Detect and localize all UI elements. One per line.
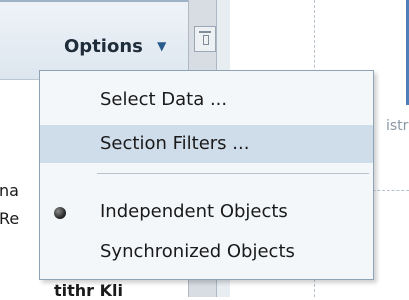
menu-item-section-filters[interactable]: Section Filters ... <box>40 125 373 163</box>
menu-item-label: Section Filters ... <box>100 133 250 154</box>
menu-item-independent-objects[interactable]: Independent Objects <box>40 193 373 231</box>
menu-item-synchronized-objects[interactable]: Synchronized Objects <box>40 233 373 271</box>
options-button-label: Options <box>64 36 143 57</box>
background-text: na <box>0 181 19 200</box>
panel-layout-icon[interactable] <box>194 26 216 52</box>
options-dropdown-menu: Select Data ... Section Filters ... Inde… <box>39 70 374 280</box>
toolbar-accent-line <box>0 0 190 2</box>
menu-item-label: Select Data ... <box>100 89 228 110</box>
menu-separator <box>97 173 369 174</box>
menu-item-label: Independent Objects <box>100 201 288 222</box>
background-text: istr <box>386 118 409 134</box>
menu-item-label: Synchronized Objects <box>100 241 295 262</box>
chevron-down-icon: ▼ <box>157 39 167 53</box>
radio-dot-icon <box>54 207 66 219</box>
background-text: Re <box>0 209 20 228</box>
options-menu-button[interactable]: Options ▼ <box>44 20 190 70</box>
background-text: tithr Kli <box>54 281 123 300</box>
menu-item-select-data[interactable]: Select Data ... <box>40 81 373 119</box>
